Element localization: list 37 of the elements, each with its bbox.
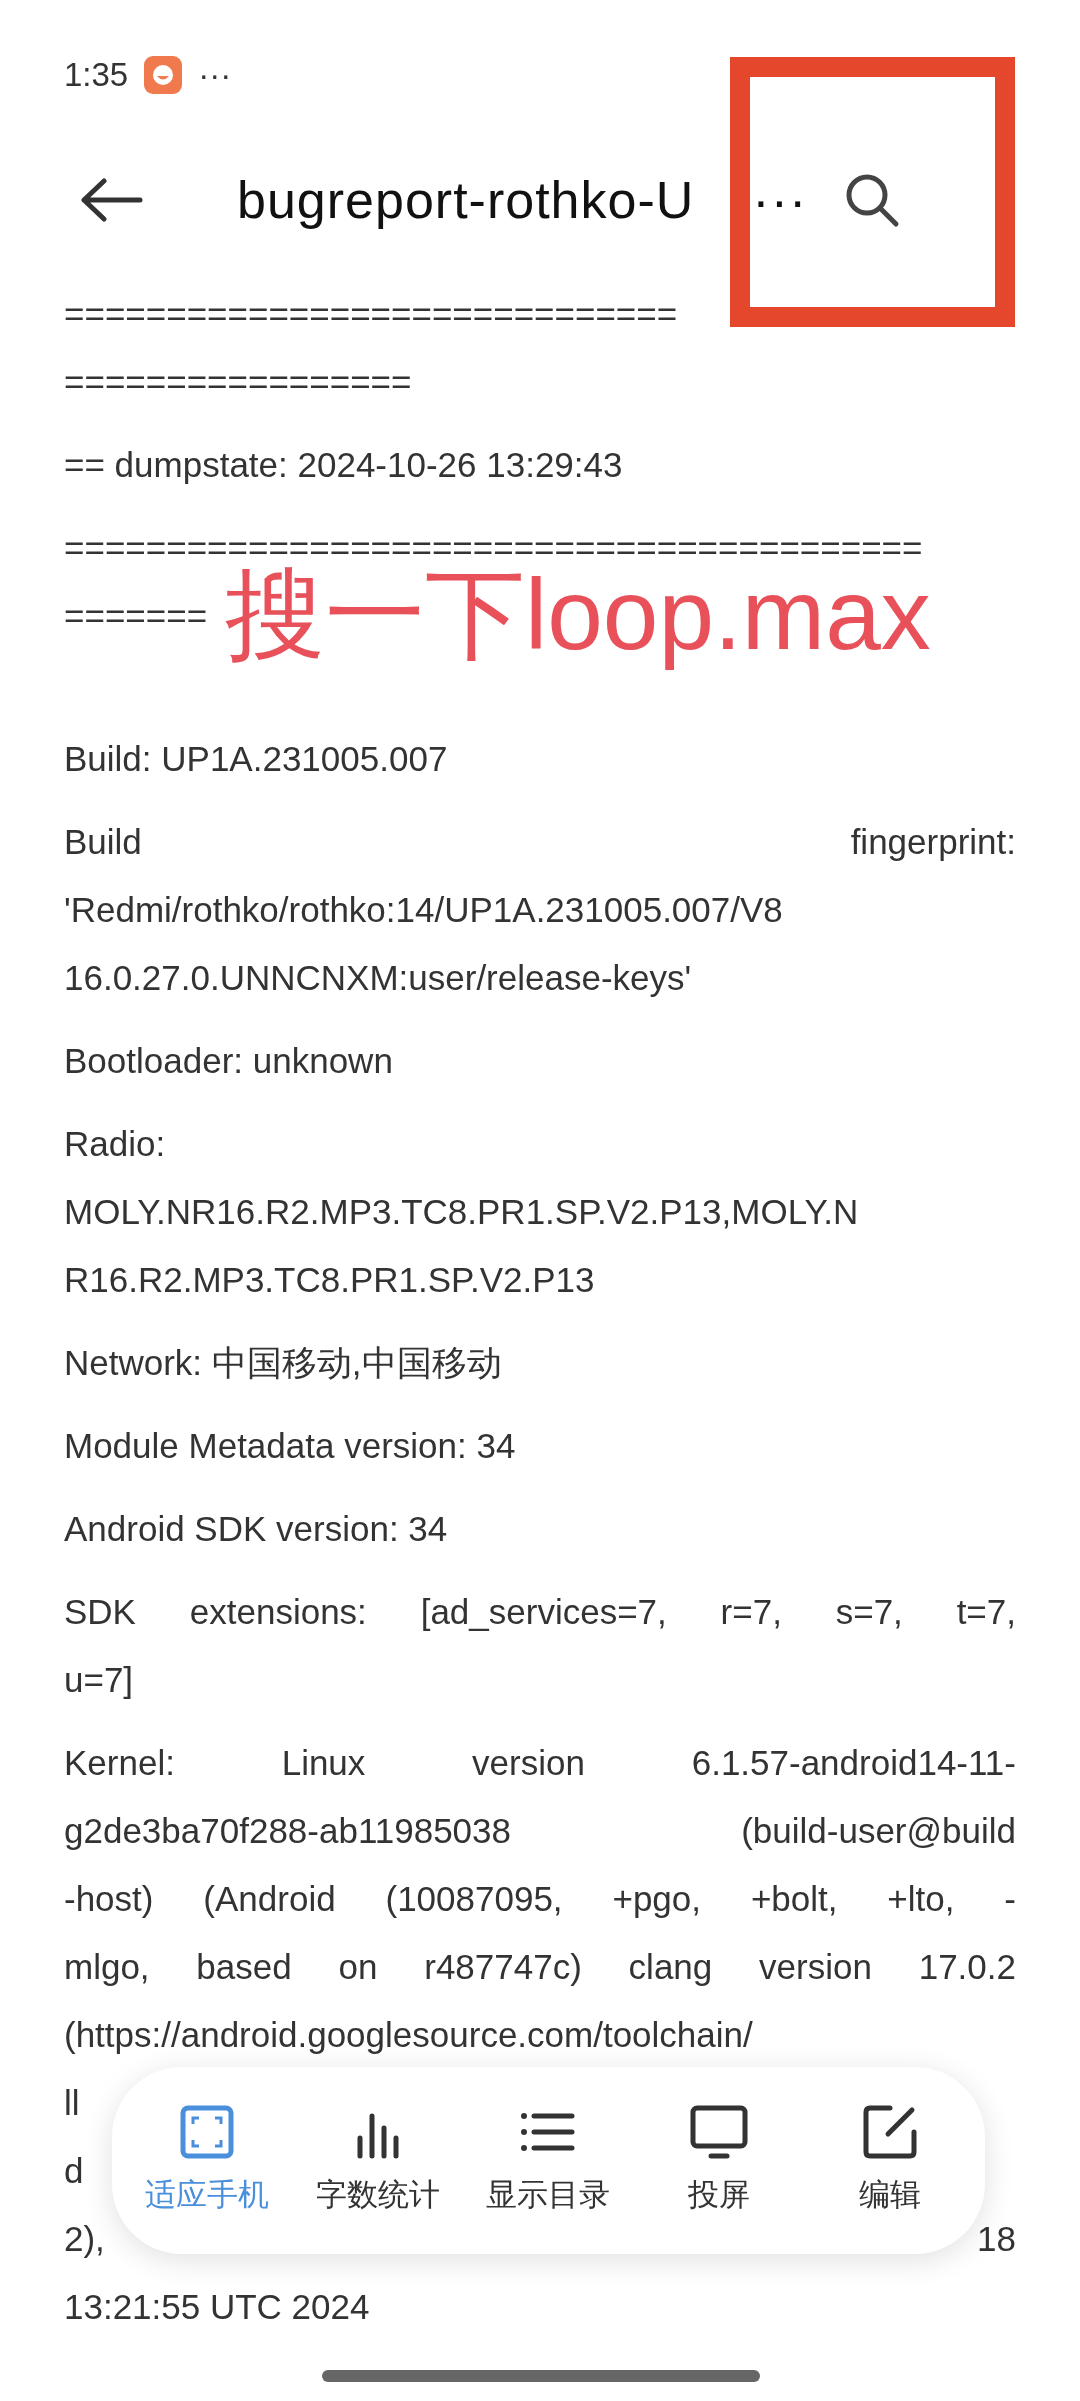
document-line: u=7] [64,1659,134,1701]
document-line: -host) (Android (10087095, +pgo, +bolt, +lto, - [64,1878,1016,1920]
document-line: Kernel: Linux version 6.1.57-android14-11- [64,1742,1016,1784]
document-line: (https://android.googlesource.com/toolchain/ [64,2014,753,2056]
document-line: g2de3ba70f288-ab11985038 (build-user@build [64,1810,1016,1852]
document-line: SDK extensions: [ad_services=7, r=7, s=7, t=7, [64,1591,1016,1633]
search-icon[interactable] [844,172,900,228]
document-line: 'Redmi/rothko/rothko:14/UP1A.231005.007/V8 [64,889,783,931]
status-time: 1:35 [64,55,129,96]
document-title: bugreport-rothko-U [237,170,695,231]
document-line: 16.0.27.0.UNNCNXM:user/release-keys' [64,957,692,999]
title-ellipsis: ··· [752,170,808,231]
document-line: 13:21:55 UTC 2024 [64,2286,370,2328]
document-line: d [64,2150,84,2192]
document-line: ll [64,2082,80,2124]
document-line: Bootloader: unknown [64,1040,393,1082]
document-line: Radio: [64,1123,166,1165]
document-line: Module Metadata version: 34 [64,1425,516,1467]
notification-more: ··· [198,55,232,96]
document-line: mlgo, based on r487747c) clang version 17.0.2 [64,1946,1016,1988]
document-line: ======= [64,595,208,637]
document-line: Network: 中国移动,中国移动 [64,1342,502,1384]
toolbar-button[interactable]: 投屏 [635,2102,804,2219]
toolbar-button[interactable]: 编辑 [805,2102,974,2219]
toolbar-button[interactable]: 字数统计 [293,2102,462,2219]
document-line: ================= [64,361,412,403]
document-line: Android SDK version: 34 [64,1508,448,1550]
document-line: ============================== [64,293,678,335]
document-line: MOLY.NR16.R2.MP3.TC8.PR1.SP.V2.P13,MOLY.N [64,1191,859,1233]
app-notification-icon [144,56,183,94]
document-line: R16.R2.MP3.TC8.PR1.SP.V2.P13 [64,1259,595,1301]
document-line: == dumpstate: 2024-10-26 13:29:43 [64,444,623,486]
document-line: 2), 18 [64,2218,1016,2260]
toolbar-button[interactable]: 显示目录 [464,2102,633,2219]
back-icon[interactable] [80,178,144,222]
document-line: Build fingerprint: [64,821,1016,863]
document-line: Build: UP1A.231005.007 [64,738,448,780]
